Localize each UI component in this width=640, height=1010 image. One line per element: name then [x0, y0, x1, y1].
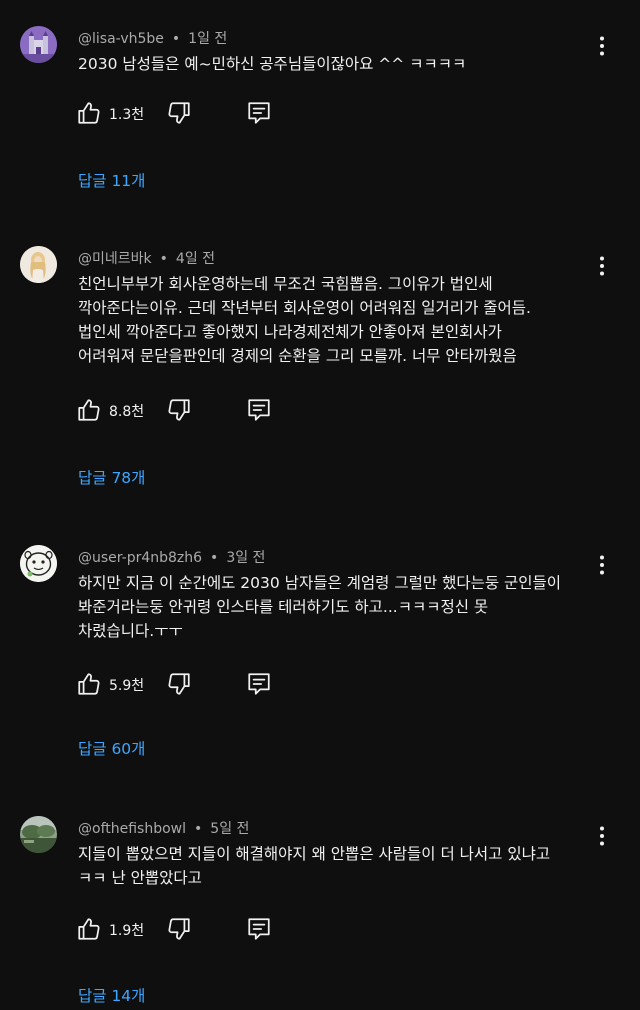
comment-meta: @user-pr4nb8zh6 • 3일 전	[78, 547, 265, 567]
comment-time[interactable]: 4일 전	[176, 251, 215, 267]
reply-comment-icon[interactable]	[246, 397, 272, 423]
avatar[interactable]	[20, 26, 57, 63]
reply-comment-icon[interactable]	[246, 916, 272, 942]
view-replies-button[interactable]: 답글 60개	[78, 737, 145, 759]
like-count: 5.9천	[109, 678, 145, 694]
comment-line: 지들이 뽑았으면 지들이 해결해야지 왜 안뽑은 사람들이 더 나서고 있냐고	[78, 845, 551, 863]
author-name[interactable]: @lisa-vh5be	[78, 31, 164, 47]
more-vert-icon[interactable]	[590, 824, 614, 848]
comment-meta: @미네르바k • 4일 전	[78, 248, 215, 268]
more-vert-icon[interactable]	[590, 254, 614, 278]
separator-dot: •	[210, 550, 219, 566]
avatar[interactable]	[20, 545, 57, 582]
separator-dot: •	[159, 251, 168, 267]
author-name[interactable]: @미네르바k	[78, 251, 152, 267]
thumbs-up-icon[interactable]	[76, 916, 102, 942]
comment-line: 2030 남성들은 예~민하신 공주님들이잖아요 ^^ ㅋㅋㅋㅋ	[78, 55, 467, 73]
comment-text: 친언니부부가 회사운영하는데 무조건 국힘뽑음. 그이유가 법인세 깍아준다는이…	[78, 272, 603, 368]
comment-line: 법인세 깍아준다고 좋아했지 나라경제전체가 안좋아져 본인회사가	[78, 323, 502, 341]
like-count: 8.8천	[109, 404, 145, 420]
author-name[interactable]: @user-pr4nb8zh6	[78, 550, 202, 566]
comment-line: 차렸습니다.ㅜㅜ	[78, 622, 183, 640]
more-vert-icon[interactable]	[590, 34, 614, 58]
separator-dot: •	[171, 31, 181, 47]
more-vert-icon[interactable]	[590, 553, 614, 577]
view-replies-button[interactable]: 답글 14개	[78, 984, 145, 1006]
comment-time[interactable]: 5일 전	[210, 821, 249, 837]
comment-line: 어려워져 문닫을판인데 경제의 순환을 그리 모를까. 너무 안타까웠음	[78, 347, 517, 365]
view-replies-button[interactable]: 답글 78개	[78, 466, 145, 488]
comment-time[interactable]: 3일 전	[226, 550, 265, 566]
avatar[interactable]	[20, 246, 57, 283]
view-replies-button[interactable]: 답글 11개	[78, 169, 145, 191]
like-count: 1.3천	[109, 107, 145, 123]
thumbs-up-icon[interactable]	[76, 671, 102, 697]
comment-line: 하지만 지금 이 순간에도 2030 남자들은 계엄령 그럴만 했다는둥 군인들…	[78, 574, 562, 592]
thumbs-down-icon[interactable]	[166, 100, 192, 126]
reply-comment-icon[interactable]	[246, 100, 272, 126]
thumbs-down-icon[interactable]	[166, 916, 192, 942]
comment-line: 친언니부부가 회사운영하는데 무조건 국힘뽑음. 그이유가 법인세	[78, 275, 493, 293]
avatar[interactable]	[20, 816, 57, 853]
thumbs-up-icon[interactable]	[76, 397, 102, 423]
author-name[interactable]: @ofthefishbowl	[78, 821, 186, 837]
comment-line: 봐준거라는둥 안귀령 인스타를 테러하기도 하고...ㅋㅋㅋ정신 못	[78, 598, 489, 616]
comment-line: ㅋㅋ 난 안뽑았다고	[78, 869, 202, 887]
comment-text: 지들이 뽑았으면 지들이 해결해야지 왜 안뽑은 사람들이 더 나서고 있냐고 …	[78, 842, 603, 890]
comment-text: 2030 남성들은 예~민하신 공주님들이잖아요 ^^ ㅋㅋㅋㅋ	[78, 52, 603, 76]
comment-time[interactable]: 1일 전	[188, 31, 227, 47]
thumbs-up-icon[interactable]	[76, 100, 102, 126]
like-count: 1.9천	[109, 923, 145, 939]
reply-comment-icon[interactable]	[246, 671, 272, 697]
thumbs-down-icon[interactable]	[166, 397, 192, 423]
thumbs-down-icon[interactable]	[166, 671, 192, 697]
comment-meta: @ofthefishbowl • 5일 전	[78, 818, 249, 838]
comment-text: 하지만 지금 이 순간에도 2030 남자들은 계엄령 그럴만 했다는둥 군인들…	[78, 571, 603, 643]
comment-line: 깍아준다는이유. 근데 작년부터 회사운영이 어려워짐 일거리가 줄어듬.	[78, 299, 531, 317]
separator-dot: •	[194, 821, 203, 837]
comment-meta: @lisa-vh5be • 1일 전	[78, 28, 227, 48]
